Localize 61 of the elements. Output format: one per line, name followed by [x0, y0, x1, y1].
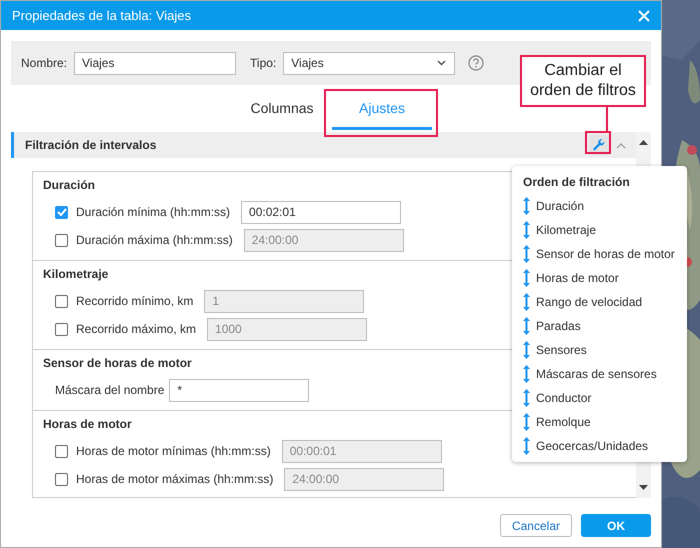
type-label: Tipo:	[250, 56, 276, 70]
leader-line	[606, 106, 608, 131]
filter-order-item[interactable]: Sensor de horas de motor	[523, 242, 687, 266]
caret-icon	[437, 60, 446, 66]
checkbox[interactable]	[55, 322, 68, 336]
filter-order-item[interactable]: Paradas	[523, 314, 687, 338]
wrench-icon[interactable]	[589, 135, 609, 155]
group-title: Horas de motor	[43, 416, 132, 433]
field-label: Máscara del nombre	[55, 383, 164, 397]
field-label: Horas de motor mínimas (hh:mm:ss)	[76, 444, 271, 458]
checkbox[interactable]	[55, 234, 68, 246]
section-header[interactable]: Filtración de intervalos	[11, 132, 636, 158]
checkbox[interactable]	[55, 444, 68, 458]
filter-order-item[interactable]: Geocercas/Unidades	[523, 434, 687, 458]
drag-handle-icon[interactable]	[523, 269, 530, 287]
checkbox[interactable]	[55, 206, 68, 218]
drag-handle-icon[interactable]	[523, 413, 530, 431]
group-title: Duración	[43, 177, 96, 194]
drag-handle-icon[interactable]	[523, 389, 530, 407]
filter-order-item[interactable]: Rango de velocidad	[523, 290, 687, 314]
filter-order-item[interactable]: Remolque	[523, 410, 687, 434]
group-title: Kilometraje	[43, 266, 108, 283]
field-label: Duración máxima (hh:mm:ss)	[76, 233, 233, 247]
filter-order-item[interactable]: Máscaras de sensores	[523, 362, 687, 386]
highlight-frame	[585, 131, 611, 154]
drag-handle-icon[interactable]	[523, 317, 530, 335]
name-field[interactable]: Viajes	[74, 52, 236, 74]
field-label: Recorrido mínimo, km	[76, 294, 194, 308]
field-label: Recorrido máximo, km	[76, 322, 196, 336]
filter-order-item[interactable]: Duración	[523, 194, 687, 218]
type-dropdown[interactable]: Viajes	[283, 52, 456, 74]
popup-title: Orden de filtración	[523, 174, 631, 190]
input-field[interactable]: *	[169, 378, 310, 402]
help-icon[interactable]	[468, 55, 484, 71]
collapse-icon[interactable]	[616, 142, 626, 148]
drag-handle-icon[interactable]	[523, 197, 530, 215]
cancel-button[interactable]: Cancelar	[500, 514, 572, 537]
checkbox[interactable]	[55, 294, 68, 308]
filter-order-item[interactable]: Sensores	[523, 338, 687, 362]
callout-label: Cambiar el orden de filtros	[520, 55, 646, 107]
section-title: Filtración de intervalos	[25, 138, 158, 152]
window-title: Propiedades de la tabla: Viajes	[12, 8, 191, 23]
drag-handle-icon[interactable]	[523, 293, 530, 311]
scroll-up-icon[interactable]	[639, 140, 648, 145]
field-label: Duración mínima (hh:mm:ss)	[76, 205, 230, 219]
tab[interactable]: Columnas	[232, 85, 332, 130]
drag-handle-icon[interactable]	[523, 221, 530, 239]
filter-order-item[interactable]: Kilometraje	[523, 218, 687, 242]
input-field[interactable]: 00:02:01	[241, 200, 402, 224]
filter-order-item[interactable]: Conductor	[523, 386, 687, 410]
group-title: Sensor de horas de motor	[43, 355, 192, 372]
drag-handle-icon[interactable]	[523, 245, 530, 263]
field-label: Horas de motor máximas (hh:mm:ss)	[76, 472, 274, 486]
checkbox[interactable]	[55, 472, 68, 486]
drag-handle-icon[interactable]	[523, 341, 530, 359]
close-icon[interactable]	[637, 8, 651, 22]
filter-order-item[interactable]: Horas de motor	[523, 266, 687, 290]
scroll-down-icon[interactable]	[639, 485, 648, 490]
drag-handle-icon[interactable]	[523, 437, 530, 455]
drag-handle-icon[interactable]	[523, 365, 530, 383]
name-label: Nombre:	[21, 56, 68, 70]
